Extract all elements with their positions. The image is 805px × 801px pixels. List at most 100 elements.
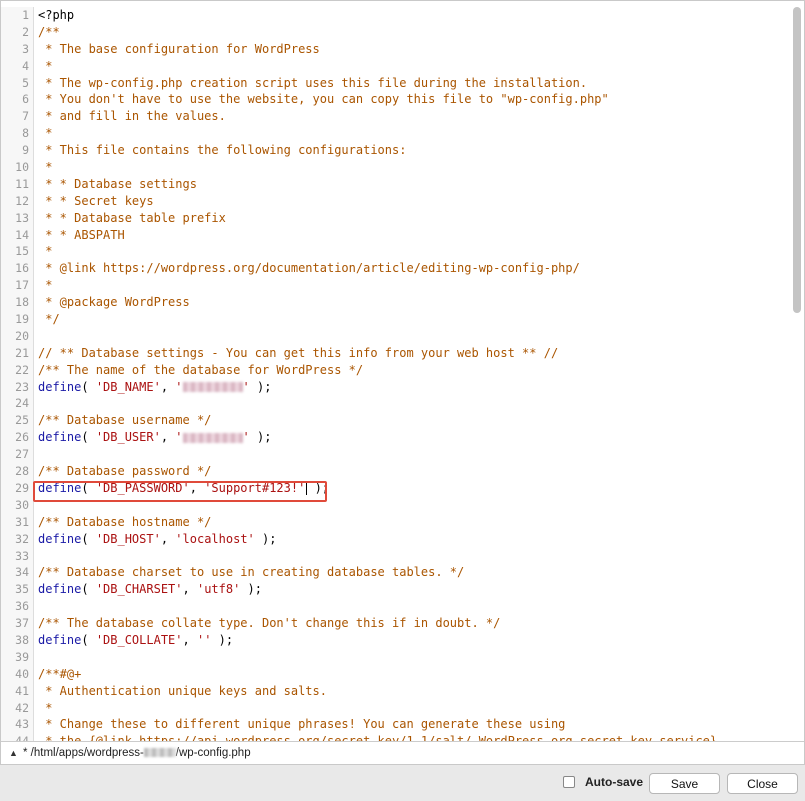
code-line[interactable]: 9 * This file contains the following con… bbox=[1, 142, 791, 159]
code-line[interactable]: 40 /**#@+ bbox=[1, 666, 791, 683]
code-token: * Change these to different unique phras… bbox=[38, 717, 566, 732]
code-token: * bbox=[38, 278, 53, 293]
collapse-up-icon[interactable]: ▲ bbox=[9, 742, 18, 764]
line-text: define( 'DB_CHARSET', 'utf8' ); bbox=[38, 581, 262, 598]
code-line[interactable]: 34 /** Database charset to use in creatin… bbox=[1, 564, 791, 581]
scrollbar-thumb[interactable] bbox=[793, 7, 801, 313]
line-text: * Change these to different unique phras… bbox=[38, 716, 565, 733]
code-lines[interactable]: 1 <?php 2 /** 3 * The base configuration for… bbox=[1, 7, 791, 741]
line-number: 29 bbox=[15, 480, 29, 495]
code-token: * bbox=[38, 700, 53, 715]
code-line[interactable]: 33 bbox=[1, 548, 791, 565]
code-line[interactable]: 13 * * Database table prefix bbox=[1, 210, 791, 227]
code-editor[interactable]: 1 <?php 2 /** 3 * The base configuration for… bbox=[0, 0, 805, 765]
line-number: 3 bbox=[22, 41, 29, 56]
code-line[interactable]: 7 * and fill in the values. bbox=[1, 108, 791, 125]
redacted-value bbox=[182, 382, 243, 393]
code-line[interactable]: 6 * You don't have to use the website, y… bbox=[1, 91, 791, 108]
line-number: 12 bbox=[15, 193, 29, 208]
line-text: * * Database settings bbox=[38, 176, 197, 193]
line-number: 33 bbox=[15, 548, 29, 563]
code-line[interactable]: 1 <?php bbox=[1, 7, 791, 24]
close-button[interactable]: Close bbox=[727, 773, 798, 794]
code-line[interactable]: 11 * * Database settings bbox=[1, 176, 791, 193]
line-text: * * Database table prefix bbox=[38, 210, 226, 227]
code-line[interactable]: 39 bbox=[1, 649, 791, 666]
code-line[interactable]: 44 * the {@link https://api.wordpress.or… bbox=[1, 733, 791, 741]
line-text: define( 'DB_USER', ' ' ); bbox=[38, 429, 271, 446]
code-token: 'DB_CHARSET' bbox=[95, 582, 183, 597]
line-text: * The base configuration for WordPress bbox=[38, 41, 320, 58]
code-token: ' bbox=[175, 430, 183, 445]
code-line[interactable]: 22 /** The name of the database for WordP… bbox=[1, 362, 791, 379]
line-number: 13 bbox=[15, 210, 29, 225]
code-line[interactable]: 2 /** bbox=[1, 24, 791, 41]
code-token: /** bbox=[38, 24, 60, 39]
code-token: , bbox=[160, 379, 176, 394]
code-token: , bbox=[182, 632, 197, 647]
code-line[interactable]: 37 /** The database collate type. Don't c… bbox=[1, 615, 791, 632]
code-line[interactable]: 14 * * ABSPATH bbox=[1, 227, 791, 244]
code-token: 'utf8' bbox=[196, 582, 241, 597]
code-line[interactable]: 10 * bbox=[1, 159, 791, 176]
code-token: /** The database collate type. Don't cha… bbox=[38, 616, 501, 631]
line-number: 6 bbox=[22, 92, 29, 107]
code-line[interactable]: 12 * * Secret keys bbox=[1, 193, 791, 210]
code-line[interactable]: 20 bbox=[1, 328, 791, 345]
code-line[interactable]: 43 * Change these to different unique ph… bbox=[1, 716, 791, 733]
vertical-scrollbar[interactable] bbox=[792, 5, 802, 735]
code-area[interactable]: 1 <?php 2 /** 3 * The base configuration for… bbox=[1, 7, 791, 741]
code-line[interactable]: 25 /** Database username */ bbox=[1, 412, 791, 429]
line-text: /** The name of the database for WordPre… bbox=[38, 362, 363, 379]
line-number: 43 bbox=[15, 717, 29, 732]
code-line[interactable]: 16 * @link https://wordpress.org/documen… bbox=[1, 260, 791, 277]
autosave-checkbox[interactable] bbox=[563, 776, 575, 788]
code-line[interactable]: 8 * bbox=[1, 125, 791, 142]
code-token: ' bbox=[175, 379, 183, 394]
autosave-label: Auto-save bbox=[585, 775, 644, 789]
line-text: * The wp-config.php creation script uses… bbox=[38, 75, 587, 92]
code-line[interactable]: 42 * bbox=[1, 700, 791, 717]
line-text: * You don't have to use the website, you… bbox=[38, 91, 609, 108]
code-line[interactable]: 38 define( 'DB_COLLATE', '' ); bbox=[1, 632, 791, 649]
line-text: * * ABSPATH bbox=[38, 227, 124, 244]
code-token: 'DB_NAME' bbox=[95, 379, 161, 394]
code-line[interactable]: 3 * The base configuration for WordPress bbox=[1, 41, 791, 58]
code-token: * the {@link https://api.wordpress.org/s… bbox=[38, 734, 724, 741]
code-line[interactable]: 17 * bbox=[1, 277, 791, 294]
code-line[interactable]: 30 bbox=[1, 497, 791, 514]
code-token: ( bbox=[81, 430, 96, 445]
code-line[interactable]: 21 // ** Database settings - You can get … bbox=[1, 345, 791, 362]
code-line[interactable]: 24 bbox=[1, 395, 791, 412]
code-token: * * Database table prefix bbox=[38, 210, 226, 225]
code-line[interactable]: 31 /** Database hostname */ bbox=[1, 514, 791, 531]
line-text: define( 'DB_HOST', 'localhost' ); bbox=[38, 531, 276, 548]
code-token: /** Database hostname */ bbox=[38, 514, 212, 529]
code-line[interactable]: 36 bbox=[1, 598, 791, 615]
line-text: * This file contains the following confi… bbox=[38, 142, 406, 159]
line-text: <?php bbox=[38, 7, 74, 24]
line-number: 41 bbox=[15, 683, 29, 698]
code-line[interactable]: 19 */ bbox=[1, 311, 791, 328]
code-line[interactable]: 28 /** Database password */ bbox=[1, 463, 791, 480]
code-token: * You don't have to use the website, you… bbox=[38, 92, 609, 107]
line-number: 15 bbox=[15, 244, 29, 259]
code-token: ); bbox=[254, 531, 277, 546]
autosave-toggle[interactable]: Auto-save bbox=[563, 775, 643, 789]
code-token: /** Database username */ bbox=[38, 413, 212, 428]
code-line[interactable]: 41 * Authentication unique keys and salt… bbox=[1, 683, 791, 700]
code-line[interactable]: 18 * @package WordPress bbox=[1, 294, 791, 311]
code-line[interactable]: 27 bbox=[1, 446, 791, 463]
code-line[interactable]: 26 define( 'DB_USER', ' ' ); bbox=[1, 429, 791, 446]
code-line[interactable]: 23 define( 'DB_NAME', ' ' ); bbox=[1, 379, 791, 396]
line-number: 44 bbox=[1, 733, 29, 741]
code-token: /** The name of the database for WordPre… bbox=[38, 362, 364, 377]
code-line[interactable]: 32 define( 'DB_HOST', 'localhost' ); bbox=[1, 531, 791, 548]
save-button[interactable]: Save bbox=[649, 773, 720, 794]
code-line[interactable]: 35 define( 'DB_CHARSET', 'utf8' ); bbox=[1, 581, 791, 598]
code-line[interactable]: 5 * The wp-config.php creation script us… bbox=[1, 75, 791, 92]
code-line[interactable]: 4 * bbox=[1, 58, 791, 75]
file-path: * /html/apps/wordpress- /wp-config.php bbox=[23, 742, 251, 764]
code-line[interactable]: 15 * bbox=[1, 243, 791, 260]
code-line[interactable]: 29 define( 'DB_PASSWORD', 'Support#123!' … bbox=[1, 480, 791, 497]
